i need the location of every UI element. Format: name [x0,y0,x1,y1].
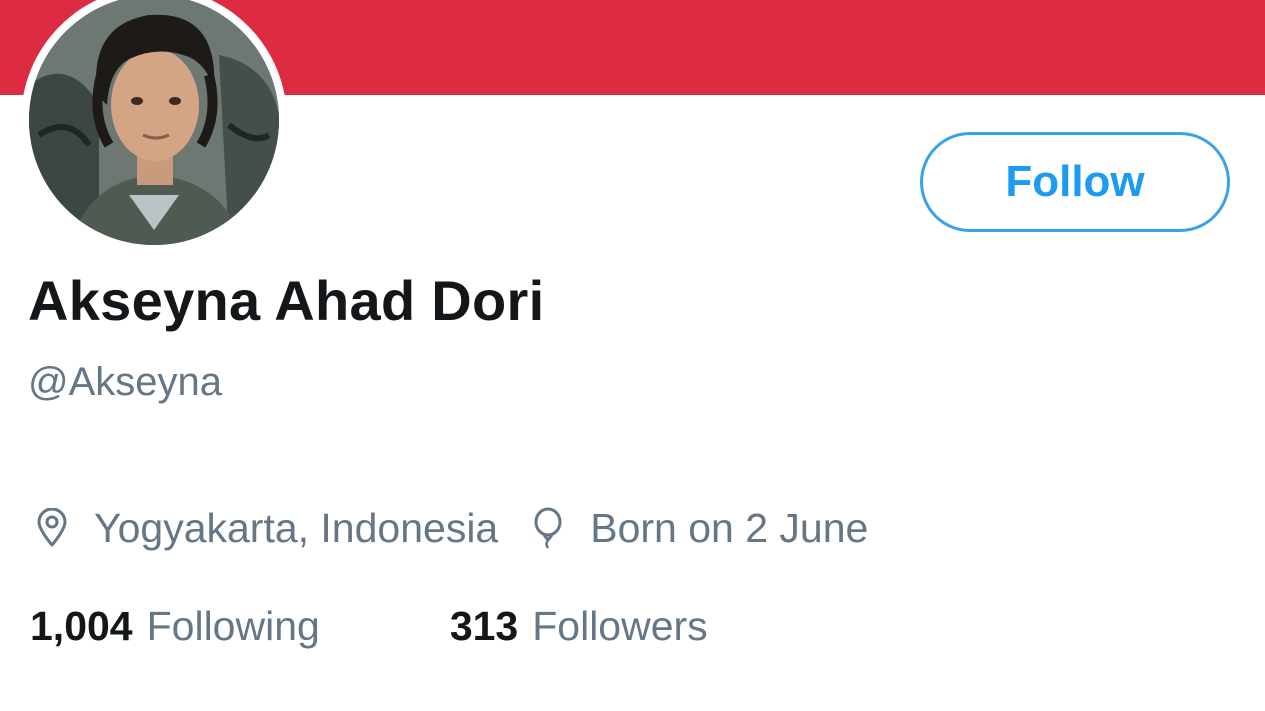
avatar[interactable] [21,0,287,253]
profile-handle: @Akseyna [28,360,223,404]
followers-label: Followers [532,603,708,649]
following-label: Following [146,603,320,649]
following-link[interactable]: 1,004 Following [30,603,320,650]
profile-stats: 1,004 Following 313 Followers [30,603,708,650]
profile-page: Follow Akseyna Ahad Dori @Akseyna Yogyak… [0,0,1265,711]
location-item: Yogyakarta, Indonesia [32,505,498,552]
location-text: Yogyakarta, Indonesia [94,504,499,551]
birthday-text: Born on 2 June [590,504,869,551]
followers-count: 313 [449,603,519,649]
balloon-icon [528,506,568,550]
profile-meta: Yogyakarta, Indonesia Born on 2 June [32,500,868,556]
location-pin-icon [32,506,72,550]
following-count: 1,004 [30,603,133,649]
followers-link[interactable]: 313 Followers [450,603,708,650]
birthday-item: Born on 2 June [528,505,868,552]
follow-button[interactable]: Follow [920,132,1230,232]
avatar-photo [29,0,279,245]
profile-name: Akseyna Ahad Dori [28,269,545,332]
